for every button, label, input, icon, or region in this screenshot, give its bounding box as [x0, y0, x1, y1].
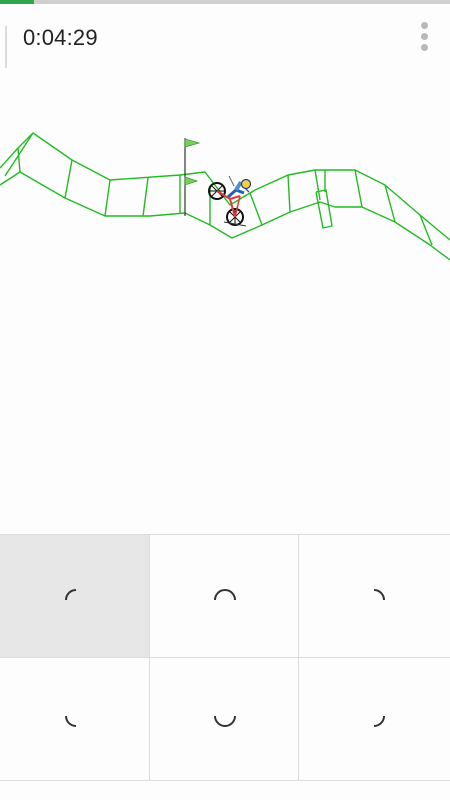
- arc-up-left-icon: [65, 589, 77, 601]
- control-down[interactable]: [150, 658, 300, 780]
- bike-rider: [208, 175, 252, 227]
- control-down-right[interactable]: [300, 658, 450, 780]
- arc-up-right-icon: [373, 589, 385, 601]
- control-up[interactable]: [150, 535, 300, 657]
- control-up-left[interactable]: [0, 535, 150, 657]
- checkpoint-flag: [184, 138, 201, 216]
- arc-down-left-icon: [65, 715, 77, 727]
- control-pad: [0, 534, 450, 781]
- control-up-right[interactable]: [300, 535, 450, 657]
- control-down-left[interactable]: [0, 658, 150, 780]
- grid-divider: [0, 657, 450, 658]
- arc-up-icon: [214, 589, 236, 601]
- game-canvas: [0, 132, 450, 261]
- arc-down-right-icon: [373, 715, 385, 727]
- arc-down-icon: [214, 715, 236, 727]
- game-screen: 0:04:29: [0, 0, 450, 800]
